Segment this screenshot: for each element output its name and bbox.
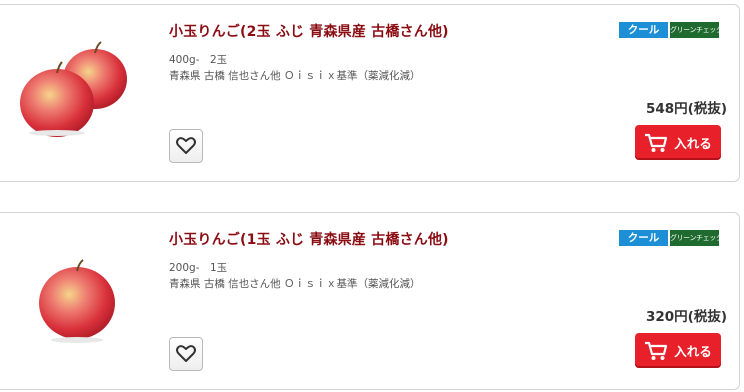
product-card: 小玉りんご(1玉 ふじ 青森県産 古橋さん他) 200g- 1玉 青森県 古橋 … (0, 212, 740, 390)
heart-icon (176, 345, 196, 362)
green-check-tag: グリーンチェック (670, 22, 719, 38)
product-price: 320円(税抜) (645, 309, 727, 325)
product-title[interactable]: 小玉りんご(1玉 ふじ 青森県産 古橋さん他) (169, 229, 449, 249)
add-to-cart-button[interactable]: 入れる (635, 333, 721, 368)
cart-icon (645, 341, 668, 360)
cool-tag: クール (619, 22, 668, 38)
heart-icon (176, 137, 196, 154)
product-producer: 青森県 古橋 信也さん他 Ｏｉｓｉｘ基準（薬減化減） (169, 70, 421, 82)
product-price: 548円(税抜) (645, 101, 727, 117)
add-to-cart-button[interactable]: 入れる (635, 125, 721, 160)
product-weight: 200g- 1玉 (169, 262, 228, 274)
cool-tag: クール (619, 230, 668, 246)
favorite-button[interactable] (169, 129, 203, 163)
cart-button-label: 入れる (674, 344, 712, 359)
green-check-tag: グリーンチェック (670, 230, 719, 246)
product-title[interactable]: 小玉りんご(2玉 ふじ 青森県産 古橋さん他) (169, 21, 449, 41)
product-card: 小玉りんご(2玉 ふじ 青森県産 古橋さん他) 400g- 2玉 青森県 古橋 … (0, 4, 740, 182)
product-producer: 青森県 古橋 信也さん他 Ｏｉｓｉｘ基準（薬減化減） (169, 278, 421, 290)
favorite-button[interactable] (169, 337, 203, 371)
cart-button-label: 入れる (674, 136, 712, 151)
product-image[interactable] (15, 241, 135, 361)
product-weight: 400g- 2玉 (169, 54, 228, 66)
product-image[interactable] (15, 33, 135, 153)
cart-icon (645, 133, 668, 152)
